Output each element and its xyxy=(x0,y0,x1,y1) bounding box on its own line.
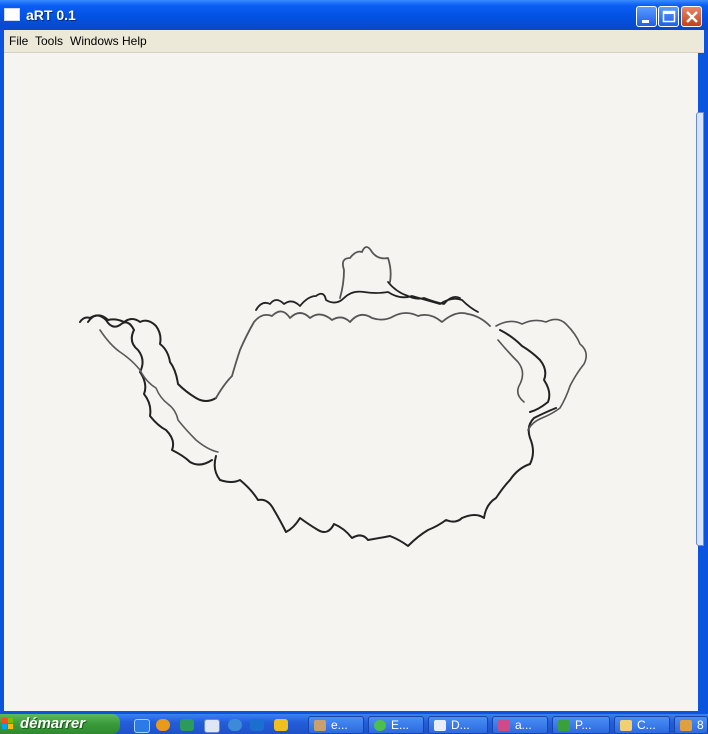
taskbar-button[interactable]: 8 xyxy=(674,716,708,734)
taskbar-button-label: C... xyxy=(637,718,656,732)
menu-bar: File Tools Windows Help xyxy=(4,30,704,53)
app-window: aRT 0.1 File Tools Windows Help xyxy=(0,0,708,714)
teapot-sketch xyxy=(79,246,588,547)
taskbar-button-label: D... xyxy=(451,718,470,732)
minimize-icon xyxy=(642,20,649,23)
teapot-handle-stroke xyxy=(497,339,525,403)
teapot-knob-stroke xyxy=(339,246,392,299)
taskbar-button[interactable]: D... xyxy=(428,716,488,734)
app-icon xyxy=(680,720,692,731)
folder-icon xyxy=(620,720,632,731)
menu-windows[interactable]: Windows xyxy=(70,34,119,48)
firefox-icon[interactable] xyxy=(228,719,242,731)
menu-tools[interactable]: Tools xyxy=(35,34,63,48)
document-icon xyxy=(434,720,446,731)
eye-icon[interactable] xyxy=(250,719,264,731)
taskbar-button-label: E... xyxy=(391,718,410,732)
lightning-icon[interactable] xyxy=(274,719,288,731)
drawing-canvas[interactable] xyxy=(4,53,698,711)
teapot-knob-stroke xyxy=(387,281,461,305)
menu-file[interactable]: File xyxy=(9,34,28,48)
teapot-body-stroke xyxy=(87,314,557,547)
window-title: aRT 0.1 xyxy=(26,7,76,23)
window-frame xyxy=(704,30,708,714)
maximize-icon xyxy=(662,10,676,23)
app-window-icon[interactable] xyxy=(4,8,20,21)
internet-explorer-icon[interactable] xyxy=(134,719,150,733)
close-icon xyxy=(686,11,698,23)
taskbar-button-label: P... xyxy=(575,718,592,732)
start-button[interactable]: démarrer xyxy=(0,714,120,734)
taskbar-button[interactable]: e... xyxy=(308,716,364,734)
teapot-lid-stroke xyxy=(215,310,491,399)
minimize-button[interactable] xyxy=(636,6,657,27)
messenger-icon[interactable] xyxy=(180,719,194,731)
program-icon xyxy=(558,720,570,731)
taskbar-button[interactable]: P... xyxy=(552,716,610,734)
close-button[interactable] xyxy=(681,6,702,27)
globe-icon xyxy=(374,720,386,731)
tool-icon xyxy=(314,720,326,731)
maximize-button[interactable] xyxy=(658,6,679,27)
taskbar-button-label: a... xyxy=(515,718,532,732)
menu-help[interactable]: Help xyxy=(122,34,147,48)
media-player-icon[interactable] xyxy=(156,719,170,731)
teapot-body-stroke xyxy=(99,329,219,453)
taskbar-button[interactable]: a... xyxy=(492,716,548,734)
windows-flag-icon xyxy=(2,718,13,729)
paint-icon xyxy=(498,720,510,731)
taskbar-button[interactable]: E... xyxy=(368,716,424,734)
teapot-spout-stroke xyxy=(79,314,217,402)
mail-icon[interactable] xyxy=(204,719,220,733)
start-label: démarrer xyxy=(20,715,86,732)
side-scroll-panel[interactable] xyxy=(696,112,704,546)
teapot-handle-stroke xyxy=(499,329,551,413)
taskbar-button-label: e... xyxy=(331,718,348,732)
title-bar[interactable]: aRT 0.1 xyxy=(0,0,708,30)
taskbar-button[interactable]: C... xyxy=(614,716,670,734)
taskbar-button-label: 8 xyxy=(697,718,704,732)
